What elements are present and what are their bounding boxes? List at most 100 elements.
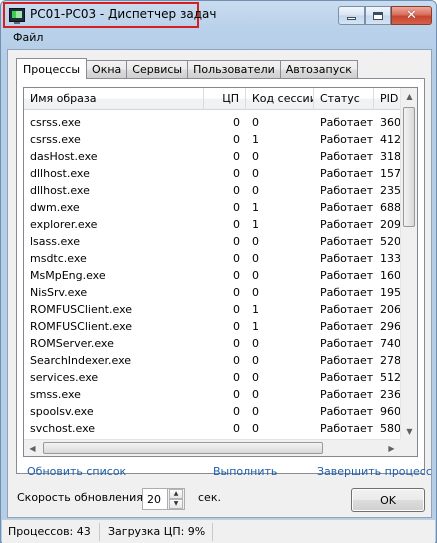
process-row[interactable]: ROMFUSClient.exe 01 Работает 2064 (24, 301, 400, 318)
process-row[interactable]: dasHost.exe 00 Работает 3184 (24, 148, 400, 165)
vertical-scroll-thumb[interactable] (403, 107, 415, 227)
process-row[interactable]: SearchIndexer.exe 00 Работает 2780 (24, 352, 400, 369)
run-link[interactable]: Выполнить (213, 465, 277, 478)
cell-session-id: 0 (252, 252, 259, 265)
process-row[interactable]: dllhost.exe 00 Работает 1572 (24, 165, 400, 182)
cell-session-id: 1 (252, 201, 259, 214)
cell-image-name: csrss.exe (30, 116, 81, 129)
cell-session-id: 0 (252, 150, 259, 163)
process-row[interactable]: dllhost.exe 00 Работает 2356 (24, 182, 400, 199)
process-row[interactable]: dwm.exe 0 1 Работает 688 (24, 199, 400, 216)
scroll-right-icon[interactable]: ▶ (383, 440, 400, 456)
column-header-cpu[interactable]: ЦП (204, 88, 246, 110)
cell-cpu: 0 (233, 116, 240, 129)
process-row[interactable]: csrss.exe 0 1 Работает 412 (24, 131, 400, 148)
ok-button[interactable]: OK (351, 488, 425, 512)
process-row[interactable]: svchost.exe 0 0 Работает 580 (24, 420, 400, 437)
horizontal-scroll-thumb[interactable] (43, 442, 323, 454)
cell-status: Работает (320, 337, 374, 350)
cell-cpu: 0 (233, 201, 240, 214)
cell-pid: 3184 (380, 150, 400, 163)
process-row[interactable]: services.exe 0 0 Работает 512 (24, 369, 400, 386)
cell-pid: 2356 (380, 184, 400, 197)
refresh-rate-input[interactable]: 20 (142, 488, 168, 510)
vertical-scrollbar[interactable]: ▲ ▼ (400, 88, 417, 440)
horizontal-scrollbar[interactable]: ◀ ▶ (24, 439, 400, 456)
cell-image-name: dllhost.exe (30, 184, 90, 197)
cell-session-id: 0 (252, 337, 259, 350)
scroll-left-icon[interactable]: ◀ (24, 440, 41, 456)
cell-status: Работает (320, 235, 374, 248)
process-row[interactable]: spoolsv.exe 0 0 Работает 960 (24, 403, 400, 420)
process-list[interactable]: Имя образа ЦП Код сессии Статус PID csrs… (23, 87, 418, 457)
cell-pid: 2064 (380, 303, 400, 316)
close-icon: ✕ (406, 8, 417, 23)
spin-down-icon[interactable]: ▼ (169, 499, 183, 509)
cell-cpu: 0 (233, 320, 240, 333)
cell-image-name: services.exe (30, 371, 99, 384)
cell-image-name: SearchIndexer.exe (30, 354, 132, 367)
cell-image-name: explorer.exe (30, 218, 98, 231)
process-row[interactable]: explorer.exe 01 Работает 2096 (24, 216, 400, 233)
cell-pid: 1956 (380, 286, 400, 299)
menu-file[interactable]: Файл (7, 31, 49, 44)
tab-windows[interactable]: Окна (86, 60, 128, 78)
scroll-down-icon[interactable]: ▼ (401, 423, 417, 440)
cell-session-id: 0 (252, 371, 259, 384)
maximize-icon (373, 11, 383, 20)
list-header: Имя образа ЦП Код сессии Статус PID (24, 88, 400, 110)
scroll-up-icon[interactable]: ▲ (401, 88, 417, 105)
cell-status: Работает (320, 184, 374, 197)
close-button[interactable]: ✕ (391, 6, 432, 25)
tab-processes[interactable]: Процессы (16, 58, 88, 79)
tab-autorun[interactable]: Автозапуск (279, 60, 358, 78)
status-separator (99, 523, 100, 541)
process-row[interactable]: csrss.exe 0 0 Работает 360 (24, 114, 400, 131)
status-process-count: Процессов: 43 (8, 525, 91, 538)
cell-image-name: NisSrv.exe (30, 286, 88, 299)
tab-strip: Процессы Окна Сервисы Пользователи Автоз… (16, 58, 358, 79)
maximize-button[interactable] (365, 6, 391, 25)
tab-services[interactable]: Сервисы (126, 60, 189, 78)
cell-pid: 740 (380, 337, 400, 350)
cell-pid: 1604 (380, 269, 400, 282)
tab-users[interactable]: Пользователи (187, 60, 281, 78)
cell-status: Работает (320, 116, 374, 129)
status-separator (212, 523, 213, 541)
end-process-link[interactable]: Завершить процесс (317, 465, 432, 478)
cell-cpu: 0 (233, 371, 240, 384)
window-title: PC01-PC03 - Диспетчер задач (30, 7, 217, 21)
cell-cpu: 0 (233, 269, 240, 282)
client-area: Процессы Окна Сервисы Пользователи Автоз… (7, 49, 432, 518)
cell-pid: 236 (380, 388, 400, 401)
refresh-rate-unit: сек. (198, 491, 221, 504)
process-row[interactable]: lsass.exe 0 0 Работает 520 (24, 233, 400, 250)
cell-status: Работает (320, 354, 374, 367)
refresh-rate-label: Скорость обновления (17, 491, 143, 504)
column-header-image-name[interactable]: Имя образа (24, 88, 204, 110)
cell-session-id: 0 (252, 269, 259, 282)
cell-cpu: 0 (233, 388, 240, 401)
refresh-list-link[interactable]: Обновить список (27, 465, 126, 478)
cell-cpu: 0 (233, 354, 240, 367)
cell-image-name: csrss.exe (30, 133, 81, 146)
process-row[interactable]: ROMServer.exe 0 0 Работает 740 (24, 335, 400, 352)
spin-up-icon[interactable]: ▲ (169, 489, 183, 499)
process-row[interactable]: smss.exe 0 0 Работает 236 (24, 386, 400, 403)
process-row[interactable]: MsMpEng.exe 00 Работает 1604 (24, 267, 400, 284)
title-bar[interactable]: PC01-PC03 - Диспетчер задач ✕ (1, 1, 436, 31)
cell-session-id: 0 (252, 388, 259, 401)
cell-pid: 1572 (380, 167, 400, 180)
cell-image-name: MsMpEng.exe (30, 269, 106, 282)
cell-cpu: 0 (233, 337, 240, 350)
minimize-button[interactable] (338, 6, 365, 25)
process-row[interactable]: NisSrv.exe 00 Работает 1956 (24, 284, 400, 301)
column-header-session-id[interactable]: Код сессии (246, 88, 314, 110)
cell-image-name: svchost.exe (30, 422, 96, 435)
minimize-icon (347, 17, 356, 20)
process-row[interactable]: msdtc.exe 00 Работает 1332 (24, 250, 400, 267)
cell-pid: 580 (380, 422, 400, 435)
column-header-status[interactable]: Статус (314, 88, 374, 110)
process-row[interactable]: ROMFUSClient.exe 01 Работает 2964 (24, 318, 400, 335)
cell-pid: 960 (380, 405, 400, 418)
